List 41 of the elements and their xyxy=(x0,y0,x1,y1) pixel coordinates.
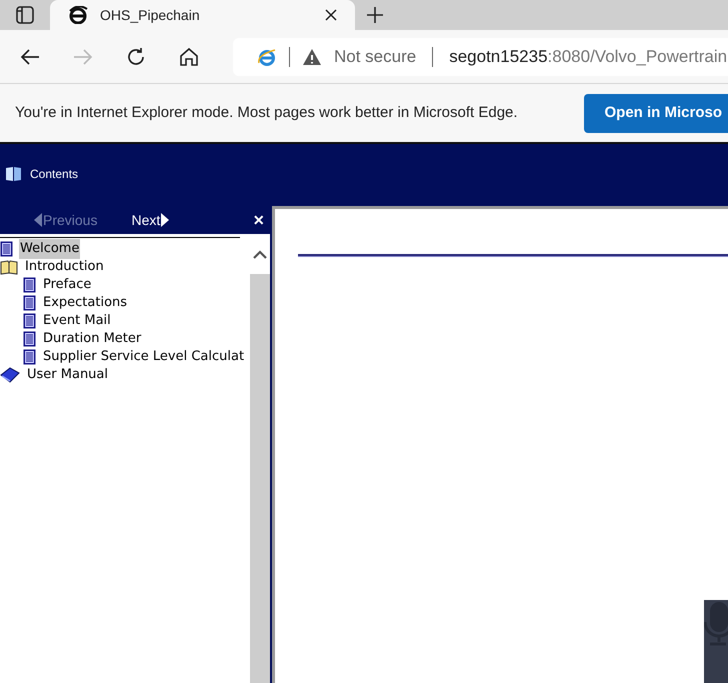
tree-item[interactable]: Event Mail xyxy=(42,311,112,331)
page-icon xyxy=(23,295,36,311)
book-icon xyxy=(5,166,22,182)
address-bar[interactable]: Not secure segotn15235:8080/Volvo_Powertrain xyxy=(233,38,728,76)
ie-logo-icon xyxy=(257,46,277,66)
url-host: segotn15235 xyxy=(449,46,548,68)
left-triangle-icon xyxy=(34,213,42,227)
page-icon xyxy=(0,241,13,257)
scrollbar[interactable] xyxy=(250,234,270,683)
tree-item[interactable]: Introduction xyxy=(24,257,105,277)
browser-tab[interactable]: OHS_Pipechain xyxy=(50,0,355,30)
refresh-icon[interactable] xyxy=(126,46,146,66)
tree-item[interactable]: User Manual xyxy=(26,365,110,385)
tree-item[interactable]: Preface xyxy=(42,275,92,295)
page-icon xyxy=(23,349,36,365)
ie-logo-icon xyxy=(68,6,88,24)
infobar-message: You're in Internet Explorer mode. Most pages work better in Microsoft Edge. xyxy=(15,102,519,123)
tree-item[interactable]: Expectations xyxy=(42,293,128,313)
right-triangle-icon xyxy=(161,213,170,227)
page-icon xyxy=(23,313,36,329)
open-book-icon xyxy=(0,260,18,274)
contents-label[interactable]: Contents xyxy=(30,165,78,183)
page-icon xyxy=(23,277,36,293)
tree-item[interactable]: Supplier Service Level Calculat xyxy=(42,347,246,367)
new-tab-icon[interactable] xyxy=(366,6,384,24)
url-path: :8080/Volvo_Powertrain xyxy=(548,46,728,68)
tab-title: OHS_Pipechain xyxy=(100,6,201,25)
back-icon[interactable] xyxy=(20,48,40,66)
tree-item[interactable]: Welcome xyxy=(19,239,80,259)
next-link[interactable]: Next xyxy=(131,210,160,230)
tab-actions-icon[interactable] xyxy=(16,6,34,24)
security-label: Not secure xyxy=(334,46,416,68)
open-in-edge-button[interactable]: Open in Microso xyxy=(584,94,728,132)
warning-icon xyxy=(302,48,322,66)
home-icon[interactable] xyxy=(179,46,199,66)
close-icon[interactable] xyxy=(325,9,337,21)
book-icon xyxy=(0,367,20,383)
close-button[interactable]: × xyxy=(253,206,264,234)
page-icon xyxy=(23,331,36,347)
chevron-up-icon[interactable] xyxy=(253,250,267,258)
tree-item[interactable]: Duration Meter xyxy=(42,329,142,349)
